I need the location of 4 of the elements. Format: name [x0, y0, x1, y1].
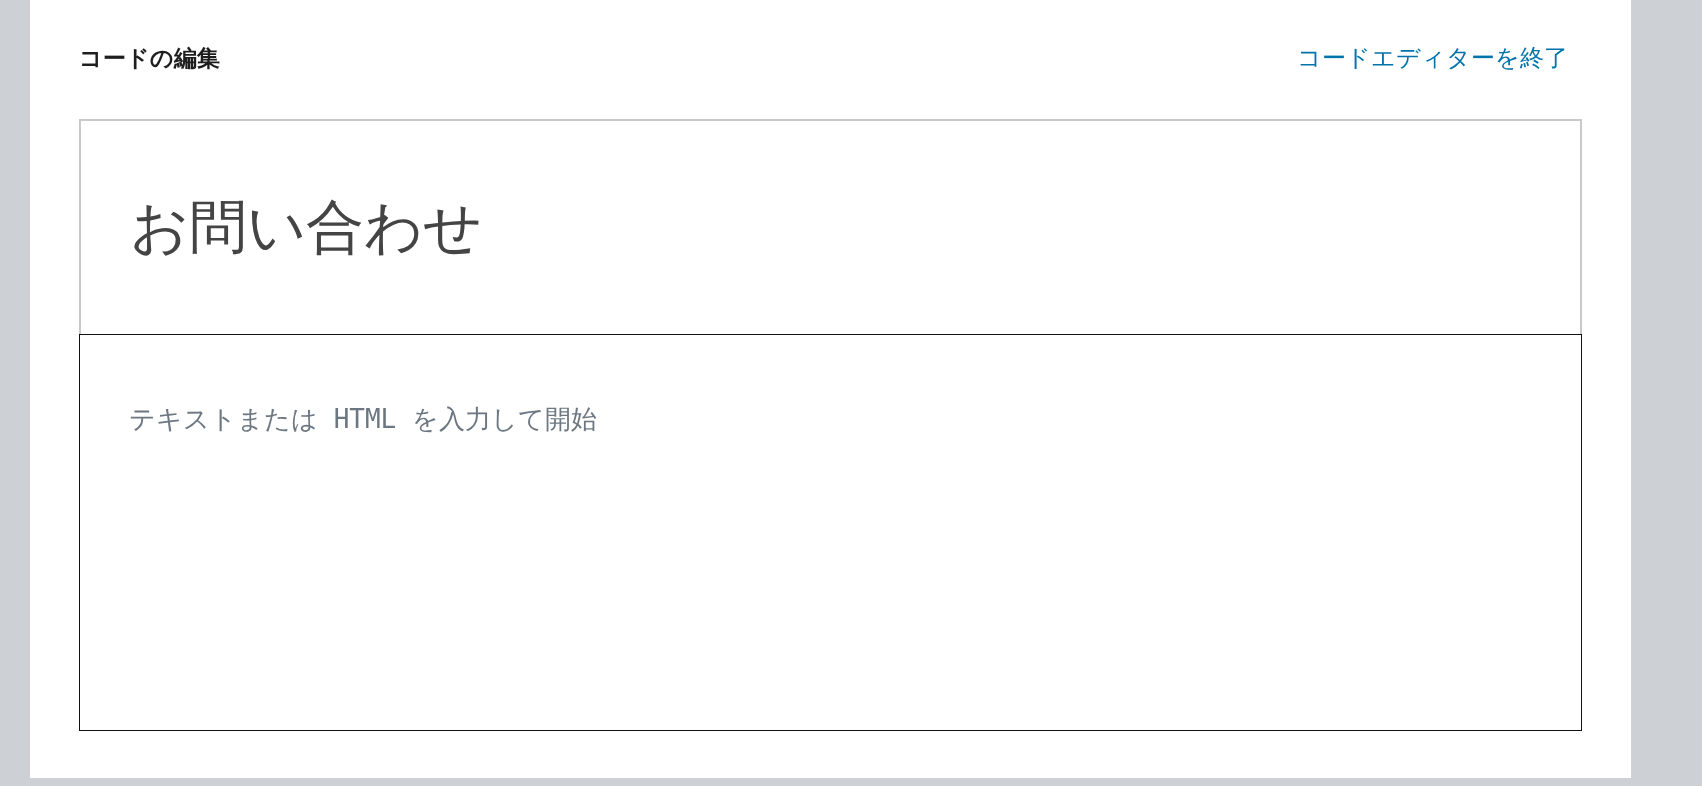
exit-code-editor-link[interactable]: コードエディターを終了 [1297, 40, 1568, 76]
code-input-field[interactable]: テキストまたは HTML を入力して開始 [79, 334, 1582, 731]
code-editor-heading: コードの編集 [79, 44, 220, 73]
post-title-field[interactable]: お問い合わせ [79, 119, 1582, 334]
